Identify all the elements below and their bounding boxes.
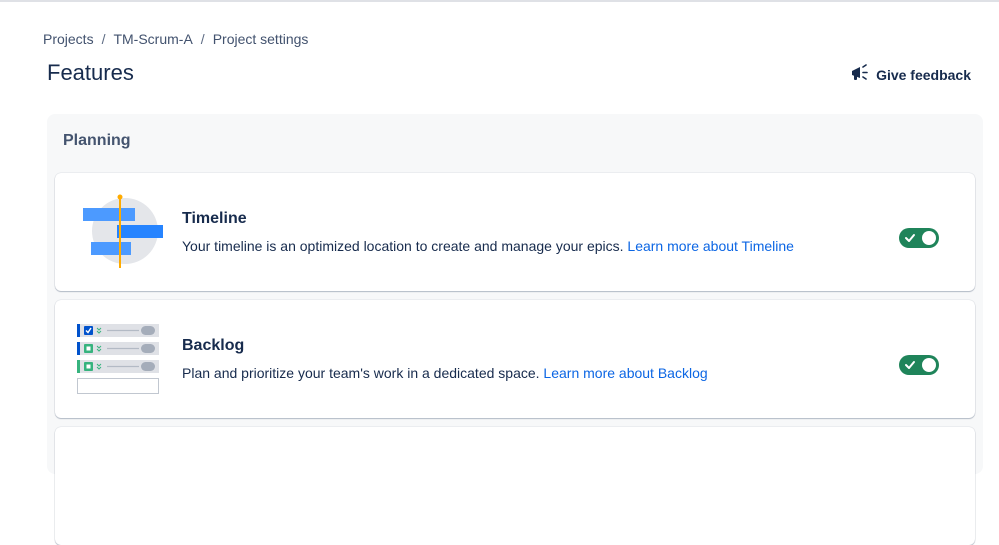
feature-description-text: Your timeline is an optimized location t… — [182, 238, 624, 254]
feature-description-backlog: Plan and prioritize your team's work in … — [182, 365, 708, 381]
toggle-knob — [922, 358, 936, 372]
backlog-illustration — [77, 320, 163, 398]
feature-card-backlog: Backlog Plan and prioritize your team's … — [55, 300, 975, 418]
breadcrumb-separator: / — [101, 31, 106, 47]
feature-description-timeline: Your timeline is an optimized location t… — [182, 238, 794, 254]
timeline-illustration — [77, 193, 163, 271]
planning-panel: Planning Timeline Your timeline is an op… — [47, 114, 983, 545]
feature-card-partial — [55, 427, 975, 545]
give-feedback-button[interactable]: Give feedback — [850, 64, 971, 85]
feature-card-timeline: Timeline Your timeline is an optimized l… — [55, 173, 975, 291]
feature-title-timeline: Timeline — [182, 210, 247, 227]
panel-title: Planning — [63, 132, 131, 149]
backlog-toggle[interactable] — [899, 355, 939, 375]
top-divider — [0, 0, 999, 2]
feature-description-text: Plan and prioritize your team's work in … — [182, 365, 540, 381]
breadcrumb-projects[interactable]: Projects — [43, 31, 94, 47]
learn-more-timeline-link[interactable]: Learn more about Timeline — [627, 238, 794, 254]
give-feedback-label: Give feedback — [876, 66, 971, 83]
feature-title-backlog: Backlog — [182, 337, 245, 354]
learn-more-backlog-link[interactable]: Learn more about Backlog — [543, 365, 707, 381]
megaphone-icon — [850, 64, 870, 85]
breadcrumb-separator: / — [200, 31, 205, 47]
toggle-knob — [922, 231, 936, 245]
breadcrumb: Projects / TM-Scrum-A / Project settings — [43, 31, 308, 47]
check-icon — [905, 234, 915, 242]
breadcrumb-project-settings[interactable]: Project settings — [213, 31, 309, 47]
check-icon — [905, 361, 915, 369]
page-title: Features — [47, 60, 134, 85]
timeline-toggle[interactable] — [899, 228, 939, 248]
breadcrumb-project[interactable]: TM-Scrum-A — [113, 31, 192, 47]
